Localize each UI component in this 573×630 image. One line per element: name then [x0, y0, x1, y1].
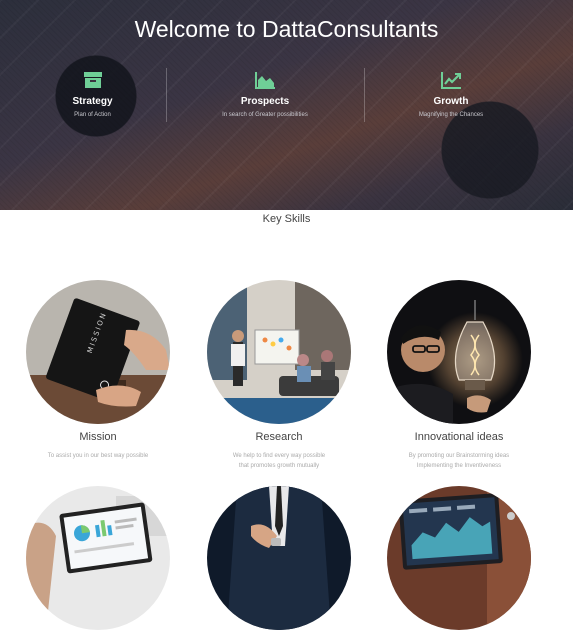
skill-card-mission: MISSION Mission To assist you in our bes…: [8, 280, 188, 461]
card-description: We help to find every way possible: [232, 453, 326, 459]
dashboard-laptop-photo: [387, 486, 531, 630]
mission-photo: MISSION: [26, 280, 170, 424]
feature-title: Growth: [433, 96, 469, 107]
hero-title: Welcome to DattaConsultants: [134, 16, 439, 42]
card-description-line2: Implementing the Inventiveness: [416, 463, 502, 469]
divider: [364, 68, 365, 122]
feature-subtitle: In search of Greater possibilities: [222, 112, 308, 118]
feature-prospects: Prospects In search of Greater possibili…: [205, 70, 325, 118]
card-title: Research: [255, 431, 303, 443]
feature-subtitle: Magnifying the Chances: [418, 112, 484, 118]
laptop-analytics-photo: [26, 486, 170, 630]
archive-icon: [83, 72, 102, 88]
feature-growth: Growth Magnifying the Chances: [395, 70, 507, 118]
feature-title: Prospects: [240, 96, 290, 107]
businessman-photo: [207, 486, 351, 630]
hero-banner: Welcome to DattaConsultants Strategy Pla…: [0, 0, 573, 210]
divider: [166, 68, 167, 122]
skill-card-business: [189, 486, 369, 630]
skill-card-dashboard: [369, 486, 549, 630]
card-description: To assist you in our best way possible: [47, 453, 149, 459]
area-chart-icon: [255, 72, 275, 89]
line-chart-icon: [441, 72, 461, 89]
card-description: By promoting our Brainstorming ideas: [408, 453, 510, 459]
skill-card-analytics: [8, 486, 188, 630]
card-description-line2: that promotes growth mutually: [238, 463, 320, 469]
skill-card-innovational-ideas: Innovational ideas By promoting our Brai…: [369, 280, 549, 471]
feature-title: Strategy: [72, 96, 113, 107]
innovational-ideas-photo: [387, 280, 531, 424]
section-title: Key Skills: [262, 213, 311, 225]
research-photo: [207, 280, 351, 424]
feature-strategy: Strategy Plan of Action: [35, 70, 150, 118]
skill-card-research: Research We help to find every way possi…: [189, 280, 369, 471]
card-title: Mission: [79, 431, 117, 443]
card-title: Innovational ideas: [414, 431, 504, 443]
feature-subtitle: Plan of Action: [74, 112, 111, 118]
